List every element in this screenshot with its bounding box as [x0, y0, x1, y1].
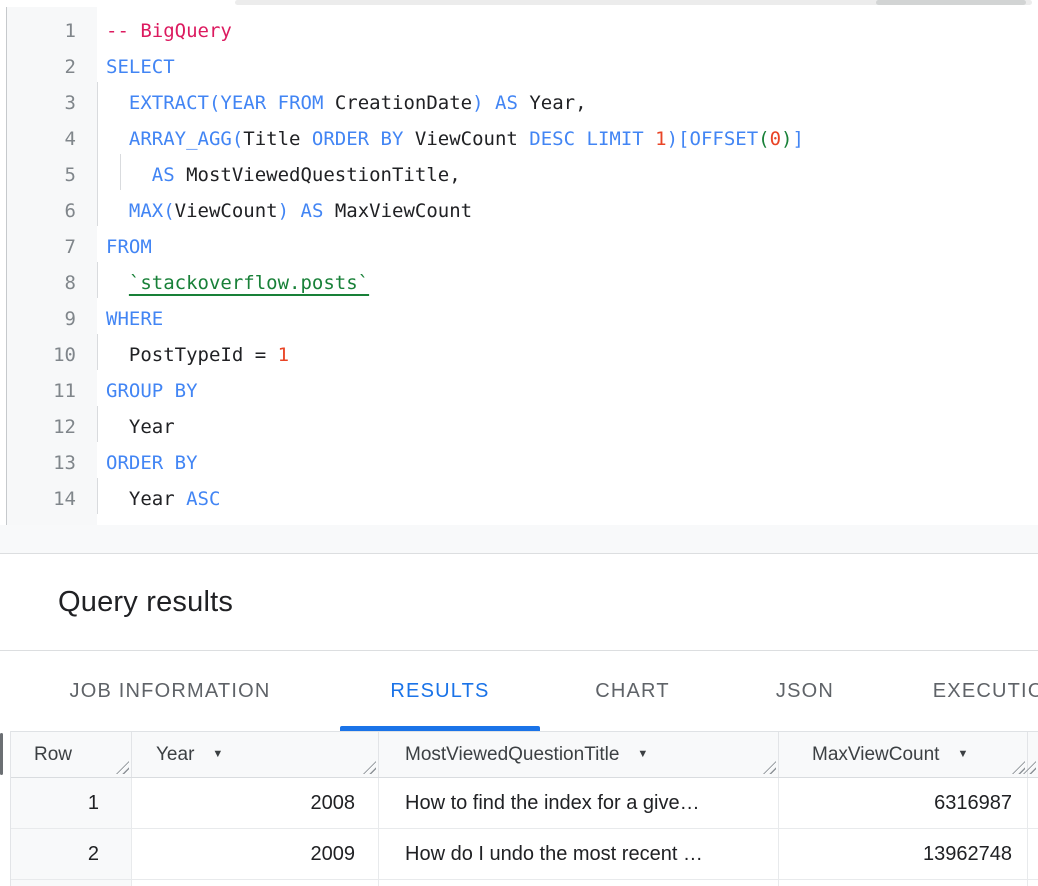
query-results-header: Query results [0, 554, 1038, 651]
year-cell: 2008 [132, 778, 379, 828]
line-number: 3 [0, 85, 76, 121]
line-number: 8 [0, 265, 76, 301]
indent-guide [97, 406, 98, 442]
indent-guide [97, 82, 98, 118]
indent-guide [97, 334, 98, 370]
line-number: 11 [0, 373, 76, 409]
line-number: 13 [0, 445, 76, 481]
left-scrollbar-thumb[interactable] [0, 733, 3, 775]
column-header-mostviewedquestiontitle[interactable]: MostViewedQuestionTitle ▼ [379, 732, 779, 777]
row-number-cell: 1 [11, 778, 132, 828]
query-results-title: Query results [58, 586, 233, 619]
year-cell [132, 880, 379, 886]
table-row: 1 2008 How to find the index for a give…… [11, 778, 1038, 829]
column-header-maxviewcount[interactable]: MaxViewCount ▼ [779, 732, 1028, 777]
tab-job-information[interactable]: JOB INFORMATION [30, 651, 310, 731]
column-header-year[interactable]: Year ▼ [132, 732, 379, 777]
line-number: 5 [0, 157, 76, 193]
indent-guide [97, 154, 98, 190]
row-number-cell: 2 [11, 829, 132, 879]
maxviewcount-cell: 6316987 [779, 778, 1028, 828]
column-resize-grip-icon[interactable] [1012, 761, 1025, 774]
line-number: 2 [0, 49, 76, 85]
tab-chart[interactable]: CHART [540, 651, 725, 731]
empty-cell [1028, 778, 1038, 828]
indent-guide [97, 478, 98, 514]
line-number: 12 [0, 409, 76, 445]
line-number: 7 [0, 229, 76, 265]
row-number-cell [11, 880, 132, 886]
code-line[interactable]: 3 EXTRACT(YEAR FROM CreationDate) AS Yea… [0, 85, 1038, 121]
table-reference-link[interactable]: `stackoverflow.posts` [129, 272, 369, 294]
line-number: 6 [0, 193, 76, 229]
line-number: 14 [0, 481, 76, 517]
code-line[interactable]: 9WHERE [0, 301, 1038, 337]
indent-guide [97, 262, 98, 298]
results-table: Row Year ▼ MostViewedQuestionTitle ▼ Max… [10, 731, 1038, 886]
tab-json[interactable]: JSON [725, 651, 885, 731]
code-line[interactable]: 1-- BigQuery [0, 13, 1038, 49]
table-row-partial [11, 880, 1038, 886]
empty-cell [1028, 880, 1038, 886]
sort-dropdown-icon[interactable]: ▼ [637, 749, 648, 760]
column-header-row[interactable]: Row [11, 732, 132, 777]
indent-guide [97, 118, 98, 154]
code-line[interactable]: 4 ARRAY_AGG(Title ORDER BY ViewCount DES… [0, 121, 1038, 157]
horizontal-scrollbar-thumb[interactable] [876, 0, 1026, 5]
title-cell [379, 880, 779, 886]
table-row: 2 2009 How do I undo the most recent … 1… [11, 829, 1038, 880]
empty-cell [1028, 829, 1038, 879]
sort-dropdown-icon[interactable]: ▼ [212, 749, 223, 760]
indent-guide [120, 154, 121, 190]
results-tab-bar: JOB INFORMATION RESULTS CHART JSON EXECU… [0, 651, 1038, 731]
code-line[interactable]: 2SELECT [0, 49, 1038, 85]
maxviewcount-cell: 13962748 [779, 829, 1028, 879]
sql-editor[interactable]: 1-- BigQuery2SELECT3 EXTRACT(YEAR FROM C… [0, 7, 1038, 554]
line-number: 10 [0, 337, 76, 373]
code-line[interactable]: 5 AS MostViewedQuestionTitle, [0, 157, 1038, 193]
indent-guide [97, 190, 98, 226]
title-cell: How do I undo the most recent … [405, 843, 703, 866]
title-cell: How to find the index for a give… [405, 792, 700, 815]
maxviewcount-cell [779, 880, 1028, 886]
code-line[interactable]: 7FROM [0, 229, 1038, 265]
column-resize-grip-icon[interactable] [363, 761, 376, 774]
code-line[interactable]: 8 `stackoverflow.posts` [0, 265, 1038, 301]
tab-execution-details[interactable]: EXECUTION DETAILS [885, 651, 1038, 731]
line-number: 4 [0, 121, 76, 157]
code-line[interactable]: 10 PostTypeId = 1 [0, 337, 1038, 373]
year-cell: 2009 [132, 829, 379, 879]
editor-bottom-band [0, 525, 1038, 553]
column-resize-grip-icon[interactable] [116, 761, 129, 774]
code-line[interactable]: 6 MAX(ViewCount) AS MaxViewCount [0, 193, 1038, 229]
tab-results[interactable]: RESULTS [340, 651, 540, 731]
code-line[interactable]: 11GROUP BY [0, 373, 1038, 409]
line-number: 9 [0, 301, 76, 337]
table-header-row: Row Year ▼ MostViewedQuestionTitle ▼ Max… [11, 731, 1038, 778]
code-line[interactable]: 14 Year ASC [0, 481, 1038, 517]
code-line[interactable]: 13ORDER BY [0, 445, 1038, 481]
sort-dropdown-icon[interactable]: ▼ [957, 749, 968, 760]
column-resize-grip-icon[interactable] [763, 761, 776, 774]
column-header-partial [1028, 732, 1038, 777]
line-number: 1 [0, 13, 76, 49]
code-line[interactable]: 12 Year [0, 409, 1038, 445]
